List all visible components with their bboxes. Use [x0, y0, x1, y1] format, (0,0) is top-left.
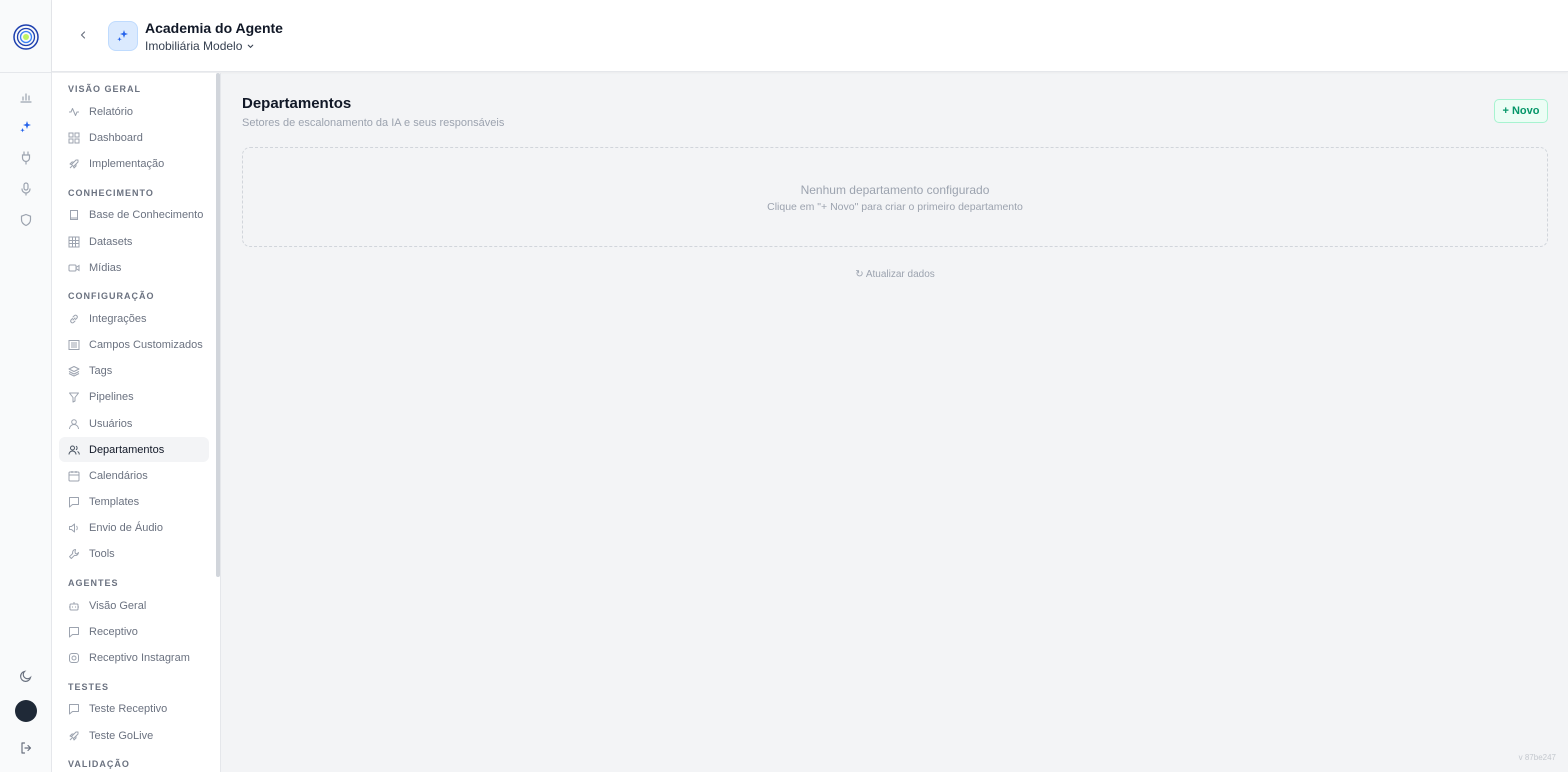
- section-title-configuracao: CONFIGURAÇÃO: [68, 291, 155, 301]
- sidebar-item-label: Calendários: [89, 469, 148, 482]
- sidebar-item-templates[interactable]: Templates: [59, 489, 209, 514]
- sidebar-item-campos-customizados[interactable]: Campos Customizados: [59, 332, 209, 357]
- empty-state-title: Nenhum departamento configurado: [800, 183, 990, 197]
- section-title-validacao: VALIDAÇÃO: [68, 759, 130, 769]
- section-title-visao-geral: VISÃO GERAL: [68, 84, 142, 94]
- sidebar: VISÃO GERAL Relatório Dashboard Implemen…: [52, 73, 221, 772]
- refresh-data-link[interactable]: ↻ Atualizar dados: [242, 269, 1548, 280]
- workspace-name: Imobiliária Modelo: [145, 39, 243, 53]
- list-icon: [68, 339, 80, 350]
- sidebar-item-tools[interactable]: Tools: [59, 541, 209, 566]
- sidebar-item-label: Base de Conhecimento: [89, 208, 204, 221]
- sidebar-item-label: Integrações: [89, 312, 147, 325]
- message-square-icon: [69, 496, 79, 507]
- sidebar-item-label: Campos Customizados: [89, 338, 203, 351]
- sidebar-item-label: Visão Geral: [89, 599, 147, 612]
- sidebar-item-label: Tags: [89, 364, 113, 377]
- shield-icon[interactable]: [16, 210, 36, 230]
- sidebar-item-label: Tools: [89, 547, 115, 560]
- sidebar-item-dashboard[interactable]: Dashboard: [59, 125, 209, 150]
- sidebar-item-datasets[interactable]: Datasets: [59, 229, 209, 254]
- sidebar-item-tags[interactable]: Tags: [59, 358, 209, 383]
- microphone-icon[interactable]: [16, 179, 36, 199]
- sidebar-item-label: Departamentos: [89, 443, 165, 456]
- empty-state: Nenhum departamento configurado Clique e…: [242, 147, 1548, 247]
- moon-icon[interactable]: [16, 666, 36, 686]
- sidebar-item-label: Mídias: [89, 261, 122, 274]
- filter-icon: [69, 392, 79, 402]
- agent-name: Academia do Agente: [145, 20, 283, 36]
- chevron-down-icon: [248, 44, 254, 48]
- top-header: Academia do Agente Imobiliária Modelo: [52, 0, 1568, 72]
- link-icon: [70, 314, 78, 323]
- sidebar-item-label: Pipelines: [89, 390, 134, 403]
- sidebar-item-label: Envio de Áudio: [89, 521, 163, 534]
- section-title-testes: TESTES: [68, 682, 110, 692]
- book-icon: [70, 209, 78, 220]
- sidebar-item-label: Datasets: [89, 235, 133, 248]
- activity-icon: [69, 107, 79, 116]
- wrench-icon: [69, 548, 79, 559]
- sidebar-item-midias[interactable]: Mídias: [59, 255, 209, 280]
- calendar-icon: [68, 470, 80, 481]
- section-title-agentes: AGENTES: [68, 578, 119, 588]
- agent-sparkles-icon: [108, 21, 138, 51]
- sidebar-item-visao-geral-agentes[interactable]: Visão Geral: [59, 593, 209, 618]
- refresh-label[interactable]: ↻ Atualizar dados: [855, 269, 935, 280]
- icon-rail: [0, 0, 52, 772]
- users-icon: [68, 445, 80, 455]
- user-icon: [69, 418, 79, 429]
- user-avatar[interactable]: [15, 700, 37, 722]
- sidebar-item-label: Implementação: [89, 157, 165, 170]
- sidebar-item-departamentos[interactable]: Departamentos: [59, 437, 209, 462]
- sidebar-item-calendarios[interactable]: Calendários: [59, 463, 209, 488]
- layers-icon: [68, 365, 80, 376]
- message-square-icon: [69, 626, 79, 637]
- sidebar-item-label: Teste GoLive: [89, 729, 154, 742]
- new-department-button[interactable]: + Novo: [1494, 99, 1548, 123]
- sidebar-item-pipelines[interactable]: Pipelines: [59, 384, 209, 409]
- sidebar-item-label: Receptivo: [89, 625, 138, 638]
- instagram-icon: [69, 652, 79, 663]
- rail-divider: [0, 72, 52, 73]
- app-logo-icon[interactable]: [13, 24, 39, 50]
- workspace-selector[interactable]: Imobiliária Modelo: [145, 39, 255, 53]
- sidebar-item-integracoes[interactable]: Integrações: [59, 306, 209, 331]
- message-square-icon: [69, 703, 79, 714]
- sidebar-item-relatorio[interactable]: Relatório: [59, 99, 209, 124]
- chart-bar-icon[interactable]: [16, 87, 36, 107]
- sidebar-item-label: Relatório: [89, 105, 134, 118]
- sidebar-item-label: Usuários: [89, 417, 133, 430]
- sidebar-item-receptivo[interactable]: Receptivo: [59, 619, 209, 644]
- rocket-icon: [69, 159, 79, 168]
- page-title: Departamentos: [242, 95, 352, 112]
- section-title-conhecimento: CONHECIMENTO: [68, 188, 154, 198]
- rocket-icon: [69, 731, 79, 740]
- sidebar-item-usuarios[interactable]: Usuários: [59, 411, 209, 436]
- version-label: v 87be247: [1518, 753, 1556, 762]
- plug-icon[interactable]: [16, 148, 36, 168]
- bot-icon: [69, 601, 79, 610]
- back-chevron-icon[interactable]: [76, 28, 90, 42]
- sidebar-item-teste-golive[interactable]: Teste GoLive: [59, 723, 209, 748]
- video-icon: [68, 264, 80, 271]
- table-icon: [68, 236, 80, 247]
- sidebar-item-label: Teste Receptivo: [89, 702, 168, 715]
- empty-state-hint: Clique em "+ Novo" para criar o primeiro…: [767, 201, 1023, 213]
- page-subtitle: Setores de escalonamento da IA e seus re…: [242, 117, 505, 129]
- speaker-icon: [69, 523, 78, 532]
- logout-icon[interactable]: [16, 738, 36, 758]
- sidebar-item-implementacao[interactable]: Implementação: [59, 151, 209, 176]
- sidebar-item-label: Receptivo Instagram: [89, 651, 190, 664]
- sidebar-item-label: Dashboard: [89, 131, 143, 144]
- sparkles-icon[interactable]: [16, 117, 36, 137]
- sidebar-item-base-conhecimento[interactable]: Base de Conhecimento: [59, 202, 209, 227]
- grid-icon: [68, 132, 80, 143]
- sidebar-item-envio-audio[interactable]: Envio de Áudio: [59, 515, 209, 540]
- sidebar-item-label: Templates: [89, 495, 140, 508]
- sidebar-scrollbar[interactable]: [216, 73, 220, 577]
- sidebar-item-receptivo-instagram[interactable]: Receptivo Instagram: [59, 645, 209, 670]
- sidebar-item-teste-receptivo[interactable]: Teste Receptivo: [59, 696, 209, 721]
